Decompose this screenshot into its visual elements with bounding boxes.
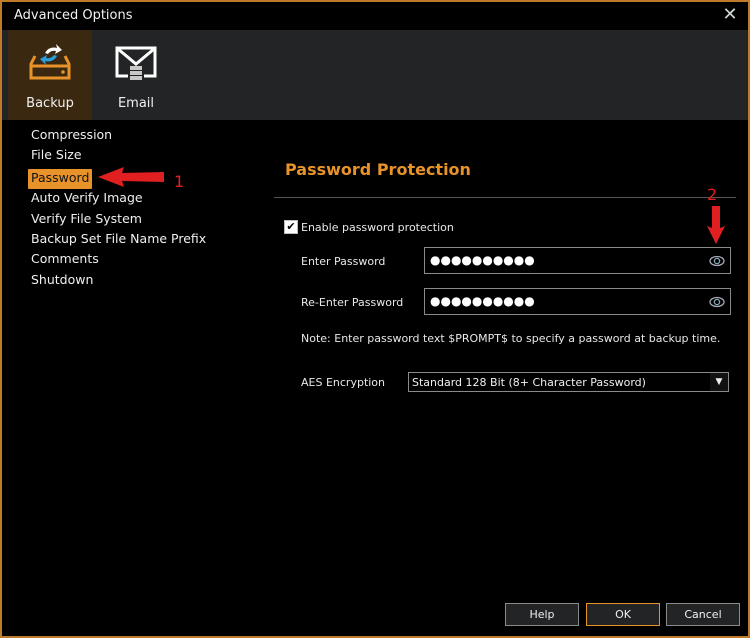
tab-email[interactable]: Email — [94, 30, 178, 120]
reenter-password-value: ●●●●●●●●●● — [430, 294, 535, 308]
enter-password-value: ●●●●●●●●●● — [430, 253, 535, 267]
help-button[interactable]: Help — [505, 603, 579, 626]
advanced-options-dialog: Advanced Options ✕ Backup Email Compress… — [0, 0, 750, 638]
enter-password-field[interactable]: ●●●●●●●●●● — [424, 247, 731, 274]
title-bar: Advanced Options ✕ — [2, 2, 748, 30]
reenter-password-label: Re-Enter Password — [301, 296, 404, 309]
section-divider — [274, 197, 736, 198]
nav-item-auto-verify-image[interactable]: Auto Verify Image — [28, 189, 209, 209]
nav-item-shutdown[interactable]: Shutdown — [28, 271, 209, 291]
ok-button[interactable]: OK — [586, 603, 660, 626]
nav-item-password[interactable]: Password — [28, 168, 93, 190]
tab-email-label: Email — [117, 96, 155, 111]
nav-item-backup-set-file-name-prefix[interactable]: Backup Set File Name Prefix — [28, 230, 209, 250]
chevron-down-icon[interactable]: ▼ — [710, 373, 728, 391]
password-note: Note: Enter password text $PROMPT$ to sp… — [301, 332, 721, 345]
show-password-eye-icon[interactable] — [709, 295, 725, 309]
tab-backup[interactable]: Backup — [8, 30, 92, 120]
email-icon — [115, 46, 157, 80]
nav-item-file-size[interactable]: File Size — [28, 146, 209, 166]
section-title: Password Protection — [285, 160, 471, 179]
close-icon[interactable]: ✕ — [720, 5, 740, 25]
annotation-marker-2: 2 — [707, 185, 718, 204]
options-nav: Compression File Size Password Auto Veri… — [28, 126, 209, 291]
aes-encryption-select[interactable]: Standard 128 Bit (8+ Character Password)… — [408, 372, 729, 392]
reenter-password-field[interactable]: ●●●●●●●●●● — [424, 288, 731, 315]
window-title: Advanced Options — [14, 8, 133, 23]
annotation-arrow-left-icon — [98, 167, 164, 187]
category-ribbon: Backup Email — [2, 30, 748, 120]
nav-item-comments[interactable]: Comments — [28, 250, 209, 270]
enter-password-label: Enter Password — [301, 255, 386, 268]
backup-drive-icon — [29, 44, 71, 80]
aes-encryption-value: Standard 128 Bit (8+ Character Password) — [412, 376, 646, 389]
enable-password-protection-checkbox[interactable]: ✔ Enable password protection — [284, 220, 454, 234]
checkbox-box[interactable]: ✔ — [284, 220, 298, 234]
checkbox-label: Enable password protection — [301, 220, 454, 234]
annotation-marker-1: 1 — [174, 172, 185, 191]
tab-backup-label: Backup — [26, 96, 74, 111]
nav-item-verify-file-system[interactable]: Verify File System — [28, 210, 209, 230]
aes-encryption-label: AES Encryption — [301, 376, 386, 389]
cancel-button[interactable]: Cancel — [666, 603, 740, 626]
annotation-arrow-down-icon — [707, 206, 725, 244]
nav-item-compression[interactable]: Compression — [28, 126, 209, 146]
show-password-eye-icon[interactable] — [709, 254, 725, 268]
